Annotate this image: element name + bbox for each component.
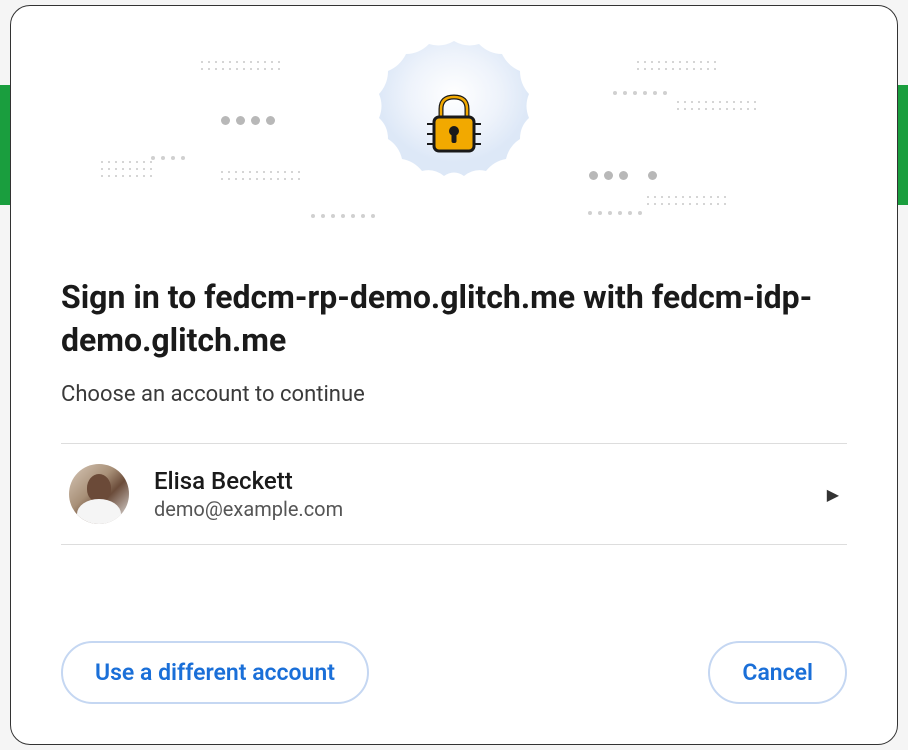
decorative-dots (221, 116, 275, 125)
dialog-content: Sign in to fedcm-rp-demo.glitch.me with … (11, 246, 897, 744)
hero-illustration (11, 6, 897, 246)
decorative-dots (647, 196, 727, 206)
dialog-subtitle: Choose an account to continue (61, 382, 847, 407)
lock-icon (419, 89, 489, 163)
decorative-dots (588, 211, 642, 215)
button-row: Use a different account Cancel (61, 591, 847, 704)
sign-in-dialog: Sign in to fedcm-rp-demo.glitch.me with … (10, 5, 898, 745)
cancel-button[interactable]: Cancel (708, 641, 847, 704)
chevron-right-icon: ▶ (827, 485, 839, 504)
account-info: Elisa Beckett demo@example.com (154, 467, 802, 521)
decorative-dots (637, 61, 717, 71)
avatar (69, 464, 129, 524)
decorative-dots (589, 171, 657, 180)
dialog-title: Sign in to fedcm-rp-demo.glitch.me with … (61, 276, 847, 362)
decorative-dots (221, 171, 301, 181)
decorative-dots (201, 61, 281, 71)
security-badge (354, 26, 554, 226)
account-email: demo@example.com (154, 497, 802, 521)
account-name: Elisa Beckett (154, 467, 802, 495)
account-option[interactable]: Elisa Beckett demo@example.com ▶ (61, 443, 847, 545)
decorative-dots (677, 101, 757, 111)
decorative-dots (613, 91, 667, 95)
use-different-account-button[interactable]: Use a different account (61, 641, 369, 704)
decorative-dots (151, 156, 185, 160)
decorative-dots (101, 161, 153, 178)
